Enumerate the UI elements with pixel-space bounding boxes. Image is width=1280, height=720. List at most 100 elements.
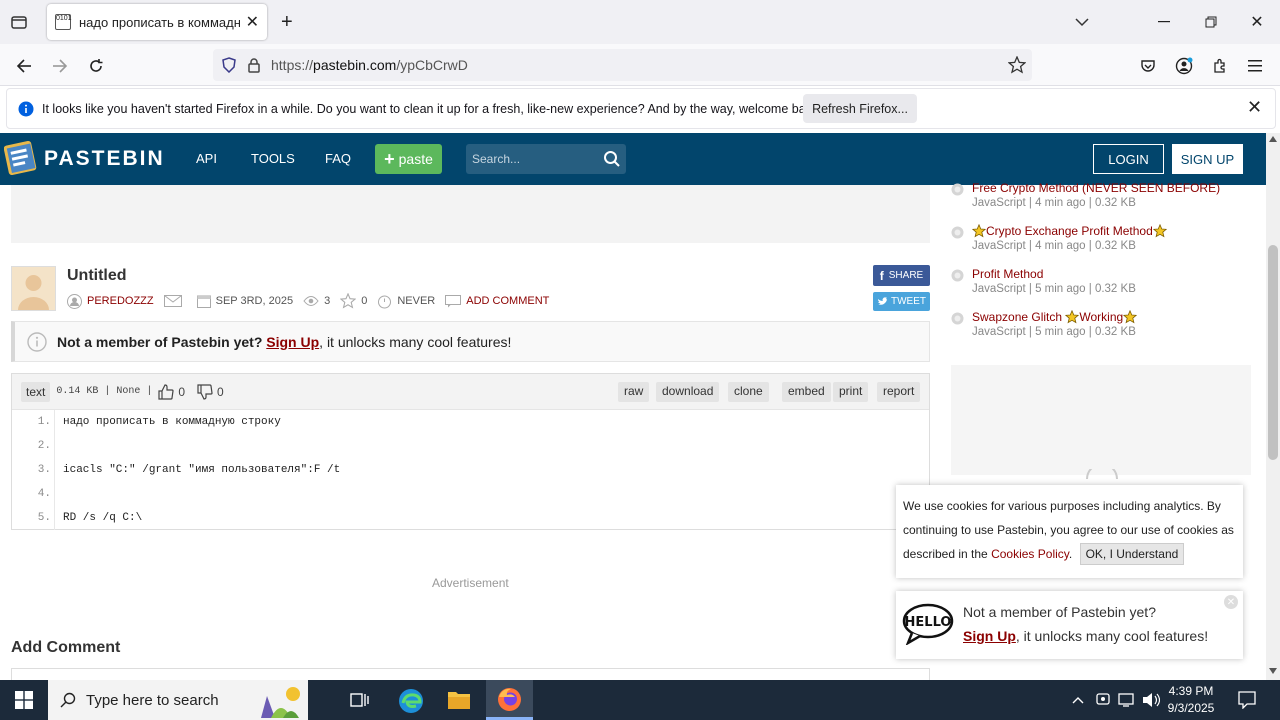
clock-time: 4:39 PM [1168,684,1214,698]
tab-overview-icon[interactable] [10,13,28,31]
add-comment-link[interactable]: ADD COMMENT [466,295,549,307]
comment-textarea[interactable] [11,668,930,680]
brand-name[interactable]: PASTEBIN [44,147,165,171]
view-count: 3 [324,295,331,307]
dislike-count: 0 [217,384,224,399]
embed-button[interactable]: embed [782,382,831,402]
author-link[interactable]: PEREDOZZZ [87,295,154,307]
code-line: 1. надо прописать в коммадную строку [12,410,929,434]
minimize-icon[interactable] [1152,10,1176,34]
cookie-ok-button[interactable]: OK, I Understand [1079,543,1185,565]
windows-start-icon[interactable] [15,691,33,709]
message-icon[interactable] [163,295,187,307]
line-text [55,482,63,506]
twitter-icon [877,297,887,306]
sidebar-item-title[interactable]: Crypto Exchange Profit Method [986,224,1153,238]
menu-icon[interactable] [1242,52,1270,80]
volume-icon[interactable] [1142,692,1160,708]
cookies-policy-link[interactable]: Cookies Policy [991,547,1069,561]
close-tab-icon[interactable]: ✕ [246,12,259,32]
nav-faq[interactable]: FAQ [325,151,351,166]
tweet-button[interactable]: TWEET [873,292,930,311]
sidebar-item[interactable]: Profit Method JavaScript | 5 min ago | 0… [951,267,1251,297]
notifications-icon[interactable] [1238,691,1256,709]
sidebar-item-title[interactable]: Free Crypto Method (NEVER SEEN BEFORE) [972,181,1220,195]
restore-icon[interactable] [1199,10,1223,34]
pastebin-favicon-icon: 0101 [55,14,72,30]
taskbar-search-input[interactable]: Type here to search [48,680,308,720]
globe-icon [951,312,964,325]
lock-icon[interactable] [247,57,261,73]
star-count: 0 [361,295,368,307]
list-tabs-icon[interactable] [1070,10,1094,34]
sidebar-item-title[interactable]: Swapzone Glitch [972,310,1062,324]
sidebar-item-title-row[interactable]: Crypto Exchange Profit Method [972,224,1167,238]
reload-icon[interactable] [82,52,110,80]
share-button[interactable]: f SHARE [873,265,930,286]
sidebar-item[interactable]: Crypto Exchange Profit Method JavaScript… [951,224,1251,254]
sidebar-item-title-2[interactable]: Working [1079,310,1123,324]
scroll-up-icon[interactable] [1269,136,1277,142]
nav-api[interactable]: API [196,151,217,166]
page-content: PASTEBIN API TOOLS FAQ + paste Search...… [0,133,1266,680]
sidebar-item-meta: JavaScript | 5 min ago | 0.32 KB [972,283,1136,295]
raw-button[interactable]: raw [618,382,650,402]
bookmark-star-icon[interactable] [1008,56,1026,74]
new-tab-icon[interactable]: + [281,11,293,34]
file-explorer-icon[interactable] [447,689,471,711]
task-view-icon[interactable] [350,691,370,709]
like-button[interactable]: 0 [158,383,185,400]
star-emoji-icon [1065,310,1080,324]
sidebar-item[interactable]: Swapzone Glitch Working JavaScript | 5 m… [951,310,1251,340]
search-icon[interactable] [603,150,621,168]
close-notification-icon[interactable]: ✕ [1247,97,1262,118]
sidebar-item-title[interactable]: Profit Method [972,267,1043,281]
sidebar-item[interactable]: Free Crypto Method (NEVER SEEN BEFORE) J… [951,181,1251,211]
forward-icon[interactable] [46,52,74,80]
close-window-icon[interactable]: ✕ [1245,10,1269,34]
cookie-banner: We use cookies for various purposes incl… [896,485,1243,578]
dislike-button[interactable]: 0 [197,383,224,400]
chevron-up-icon[interactable] [1072,696,1084,704]
new-paste-button[interactable]: + paste [375,144,442,174]
scroll-down-icon[interactable] [1269,668,1277,674]
print-button[interactable]: print [833,382,869,402]
browser-tab[interactable]: 0101 надо прописать в коммадную ✕ [47,4,267,40]
popup-close-icon[interactable]: ✕ [1224,595,1238,609]
url-bar[interactable]: https://pastebin.com/ypCbCrwD [213,49,1032,81]
edge-icon[interactable] [398,688,424,714]
scrollbar-thumb[interactable] [1268,245,1278,460]
pastebin-logo-icon[interactable] [4,139,38,177]
avatar[interactable] [11,266,56,311]
syntax-tag[interactable]: text [21,381,51,402]
account-icon[interactable] [1170,52,1198,80]
popup-signup-link[interactable]: Sign Up [963,628,1016,644]
firefox-taskbar-button[interactable] [486,680,533,720]
pocket-icon[interactable] [1134,52,1162,80]
add-comment-meta[interactable]: ADD COMMENT [445,294,549,308]
network-icon[interactable] [1118,692,1136,708]
sidebar-item-title-row[interactable]: Swapzone Glitch Working [972,310,1138,324]
login-button[interactable]: LOGIN [1093,144,1164,174]
tweet-label: TWEET [891,296,926,307]
nav-tools[interactable]: TOOLS [251,151,295,166]
download-button[interactable]: download [656,382,720,402]
report-button[interactable]: report [877,382,921,402]
clone-button[interactable]: clone [728,382,769,402]
page-scrollbar[interactable] [1266,133,1280,680]
taskbar-clock[interactable]: 4:39 PM 9/3/2025 [1160,683,1222,717]
user-icon [67,293,87,309]
info-icon [18,101,34,117]
signup-button[interactable]: SIGN UP [1172,144,1243,174]
extensions-icon[interactable] [1206,52,1234,80]
search-input[interactable]: Search... [466,144,626,174]
refresh-firefox-button[interactable]: Refresh Firefox... [803,94,917,123]
member-signup-link[interactable]: Sign Up [266,334,319,350]
back-icon[interactable] [10,52,38,80]
notification-message: It looks like you haven't started Firefo… [42,101,822,116]
url-host: pastebin.com [313,57,397,73]
facebook-icon: f [879,268,884,283]
meet-now-icon[interactable] [1096,692,1110,708]
tracking-shield-icon[interactable] [221,57,237,73]
firefox-icon [497,687,522,712]
